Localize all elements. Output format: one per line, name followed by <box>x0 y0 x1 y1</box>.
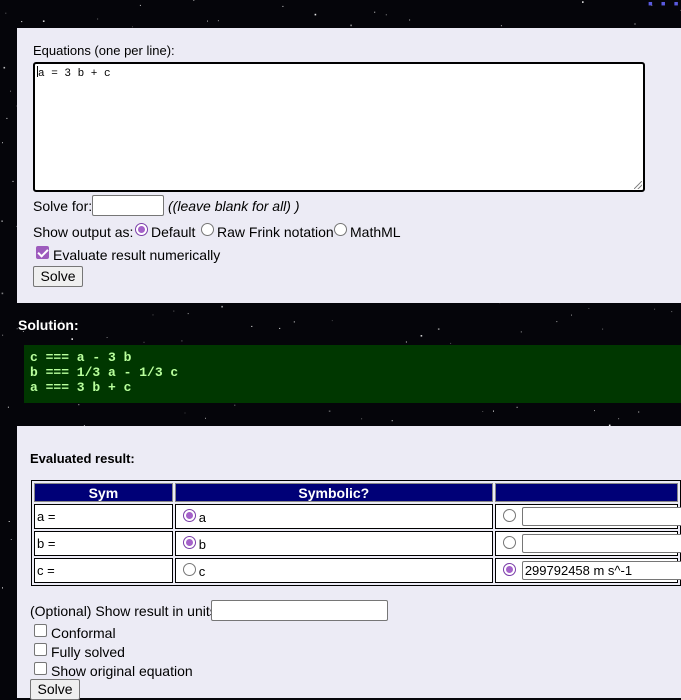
solve-for-hint-text: (leave blank for all) <box>172 198 291 214</box>
numeric-radio[interactable] <box>502 536 516 549</box>
symbolic-cell: c <box>174 558 493 583</box>
solve-for-input[interactable] <box>92 195 164 216</box>
conformal-checkbox[interactable] <box>34 624 47 637</box>
table-row: c = c 299792458 m s^-1 <box>34 558 681 583</box>
column-header-symbolic: Symbolic? <box>174 483 493 502</box>
symbolic-radio[interactable] <box>182 536 196 549</box>
output-format-label: Show output as: <box>33 224 134 240</box>
numeric-radio[interactable] <box>502 509 516 522</box>
output-mathml-label[interactable]: MathML <box>350 224 401 240</box>
value-cell: 299792458 m s^-1 <box>494 558 681 583</box>
solution-line: c === a - 3 b <box>30 350 132 365</box>
column-header-value <box>494 483 678 502</box>
evaluated-result-panel: Evaluated result: Sym Symbolic? a = a b … <box>17 426 681 700</box>
symbolic-radio[interactable] <box>182 563 196 576</box>
show-original-equation-label[interactable]: Show original equation <box>51 663 193 679</box>
sym-label: a = <box>37 509 56 524</box>
numeric-value-input[interactable] <box>521 534 681 553</box>
symbolic-label: b <box>198 537 206 552</box>
equations-text: a = 3 b + c <box>38 68 111 80</box>
solution-label: Solution: <box>18 317 79 333</box>
solve-button[interactable]: Solve <box>33 266 83 287</box>
result-table: Sym Symbolic? a = a b = b c = c 29979245… <box>31 480 681 586</box>
equation-form-panel: Equations (one per line): a = 3 b + c So… <box>17 28 681 303</box>
resize-handle-icon[interactable] <box>634 181 642 189</box>
equations-label: Equations (one per line): <box>33 43 175 58</box>
conformal-label[interactable]: Conformal <box>51 625 116 641</box>
table-header-row: Sym Symbolic? <box>34 483 678 502</box>
evaluate-numerically-label[interactable]: Evaluate result numerically <box>53 247 220 263</box>
solution-line: a === 3 b + c <box>30 380 132 395</box>
fully-solved-label[interactable]: Fully solved <box>51 644 125 660</box>
value-cell <box>494 531 681 556</box>
header-fragment: ▪ ▪ ▪ <box>648 0 681 11</box>
units-input[interactable] <box>211 600 388 621</box>
evaluated-solve-button[interactable]: Solve <box>30 679 80 700</box>
symbolic-cell: b <box>174 531 493 556</box>
solve-for-label: Solve for: <box>33 198 93 214</box>
column-header-sym: Sym <box>34 483 173 502</box>
numeric-value-input[interactable]: 299792458 m s^-1 <box>521 561 681 580</box>
sym-cell: c = <box>34 558 173 583</box>
output-raw-label[interactable]: Raw Frink notation <box>217 224 334 240</box>
sym-label: c = <box>37 563 55 578</box>
output-raw-radio[interactable] <box>201 223 214 236</box>
numeric-value: 299792458 m s^-1 <box>524 563 633 578</box>
symbolic-cell: a <box>174 504 493 529</box>
evaluated-result-label: Evaluated result: <box>30 451 135 466</box>
sym-label: b = <box>37 536 56 551</box>
sym-cell: a = <box>34 504 173 529</box>
numeric-radio[interactable] <box>502 563 516 576</box>
solution-line: b === 1/3 a - 1/3 c <box>30 365 179 380</box>
symbolic-label: a <box>198 510 206 525</box>
sym-cell: b = <box>34 531 173 556</box>
symbolic-label: c <box>198 564 206 579</box>
table-row: a = a <box>34 504 681 529</box>
output-mathml-radio[interactable] <box>334 223 347 236</box>
output-default-label[interactable]: Default <box>151 224 195 240</box>
fully-solved-checkbox[interactable] <box>34 643 47 656</box>
table-row: b = b <box>34 531 681 556</box>
equations-textarea[interactable]: a = 3 b + c <box>33 62 645 192</box>
units-label: (Optional) Show result in units: <box>30 603 221 619</box>
solution-output: c === a - 3 b b === 1/3 a - 1/3 c a === … <box>24 345 681 403</box>
evaluate-numerically-checkbox[interactable] <box>36 246 49 259</box>
value-cell <box>494 504 681 529</box>
solve-for-hint: ((leave blank for all) ) <box>168 198 300 214</box>
show-original-equation-checkbox[interactable] <box>34 662 47 675</box>
numeric-value-input[interactable] <box>521 507 681 526</box>
symbolic-radio[interactable] <box>182 509 196 522</box>
output-default-radio[interactable] <box>135 223 148 236</box>
